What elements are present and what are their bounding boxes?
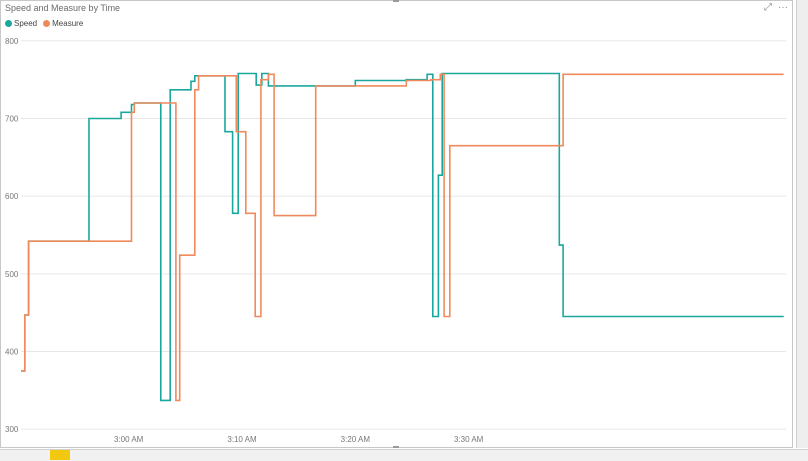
x-tick-label: 3:20 AM xyxy=(341,435,371,444)
chart-visual[interactable]: 300 400 500 600 700 800 3:00 AM 3:10 AM 3:20 AM 3… xyxy=(0,0,793,448)
more-options-icon[interactable]: ··· xyxy=(778,3,788,13)
y-tick-label: 700 xyxy=(5,115,19,124)
x-tick-label: 3:00 AM xyxy=(114,435,144,444)
visual-header-icons: ⤢ ··· xyxy=(764,3,788,13)
chart-plot: 300 400 500 600 700 800 3:00 AM 3:10 AM 3:20 AM 3… xyxy=(5,37,786,444)
y-tick-label: 800 xyxy=(5,37,19,46)
x-tick-label: 3:30 AM xyxy=(454,435,484,444)
legend: Speed Measure xyxy=(5,19,83,28)
resize-handle-bottom[interactable] xyxy=(393,446,399,448)
legend-swatch-measure xyxy=(43,20,51,27)
right-pane-strip xyxy=(796,0,808,448)
y-tick-label: 600 xyxy=(5,192,19,201)
focus-mode-icon[interactable]: ⤢ xyxy=(764,3,772,13)
legend-label-measure: Measure xyxy=(52,19,84,28)
legend-swatch-speed xyxy=(5,20,12,27)
page-tab[interactable] xyxy=(50,450,70,460)
x-tick-label: 3:10 AM xyxy=(227,435,257,444)
legend-label-speed: Speed xyxy=(14,19,38,28)
page-tabs-bar xyxy=(0,449,808,461)
resize-handle-top[interactable] xyxy=(393,0,399,2)
y-tick-label: 400 xyxy=(5,347,19,356)
legend-item-speed[interactable]: Speed xyxy=(5,19,37,28)
legend-item-measure[interactable]: Measure xyxy=(43,19,83,28)
y-tick-label: 300 xyxy=(5,425,19,434)
chart-title: Speed and Measure by Time xyxy=(5,3,121,13)
y-tick-label: 500 xyxy=(5,270,19,279)
